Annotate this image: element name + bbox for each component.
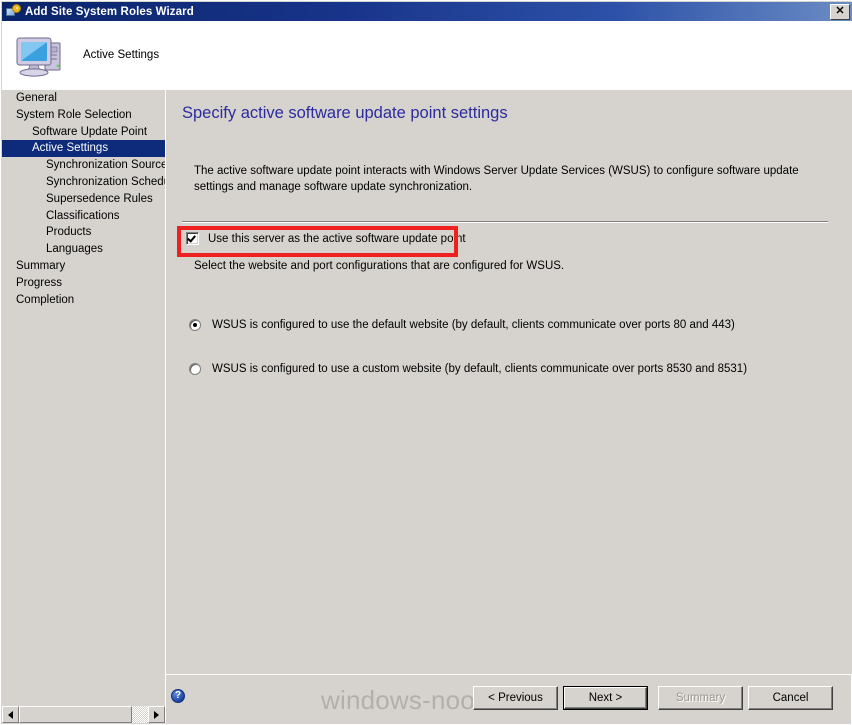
radio-button-selected[interactable] [189, 319, 201, 331]
previous-button[interactable]: < Previous [473, 686, 558, 710]
scrollbar-track[interactable] [19, 706, 148, 723]
radio-default-website-label: WSUS is configured to use the default we… [212, 319, 735, 331]
sidebar-item-classifications[interactable]: Classifications [2, 208, 165, 225]
cancel-button[interactable]: Cancel [748, 686, 833, 710]
sidebar-item-active-settings[interactable]: Active Settings [2, 140, 165, 158]
computer-gear-icon [5, 3, 21, 20]
sidebar-item-synchronization-source[interactable]: Synchronization Source [2, 157, 165, 174]
wizard-window: Add Site System Roles Wizard ✕ Active Se… [0, 0, 852, 725]
scroll-right-icon[interactable] [148, 706, 165, 723]
scroll-left-icon[interactable] [2, 706, 19, 723]
next-button-label: Next > [564, 687, 647, 709]
wizard-footer: ? < Previous Next > Summary Cancel [166, 675, 852, 723]
sidebar-item-summary[interactable]: Summary [2, 258, 165, 275]
radio-custom-website[interactable]: WSUS is configured to use a custom websi… [189, 363, 747, 375]
close-icon[interactable]: ✕ [830, 3, 850, 20]
sidebar-item-synchronization-schedule[interactable]: Synchronization Schedule [2, 174, 165, 191]
sidebar-item-products[interactable]: Products [2, 224, 165, 241]
scrollbar-thumb[interactable] [19, 706, 132, 723]
next-button[interactable]: Next > [563, 686, 648, 710]
intro-text: The active software update point interac… [194, 165, 799, 193]
radio-custom-website-label: WSUS is configured to use a custom websi… [212, 363, 748, 375]
main-panel: Specify active software update point set… [166, 90, 852, 674]
computer-icon [14, 32, 66, 78]
summary-button: Summary [658, 686, 743, 710]
sidebar-item-supersedence-rules[interactable]: Supersedence Rules [2, 191, 165, 208]
wizard-sidebar: General System Role Selection Software Upd… [2, 90, 165, 698]
sidebar-item-general[interactable]: General [2, 90, 165, 107]
help-icon[interactable]: ? [171, 689, 185, 703]
section-divider [182, 221, 828, 223]
wizard-header: Active Settings [2, 21, 852, 89]
sidebar-scrollbar[interactable] [2, 706, 165, 723]
sidebar-item-system-role-selection[interactable]: System Role Selection [2, 107, 165, 124]
radio-default-website[interactable]: WSUS is configured to use the default we… [189, 319, 735, 331]
header-title: Active Settings [83, 49, 160, 61]
sidebar-item-languages[interactable]: Languages [2, 241, 165, 258]
page-title: Specify active software update point set… [182, 104, 508, 122]
sidebar-item-progress[interactable]: Progress [2, 275, 165, 292]
radio-button-unselected[interactable] [189, 363, 201, 375]
active-update-point-checkbox[interactable]: Use this server as the active software u… [186, 232, 466, 245]
window-title: Add Site System Roles Wizard [25, 5, 194, 18]
sidebar-item-completion[interactable]: Completion [2, 292, 165, 309]
sidebar-item-software-update-point[interactable]: Software Update Point [2, 124, 165, 141]
title-bar: Add Site System Roles Wizard ✕ [2, 2, 852, 21]
checkbox-label: Use this server as the active software u… [208, 232, 466, 245]
sub-instruction-text: Select the website and port configuratio… [194, 260, 565, 272]
checkbox-box[interactable] [186, 232, 199, 245]
